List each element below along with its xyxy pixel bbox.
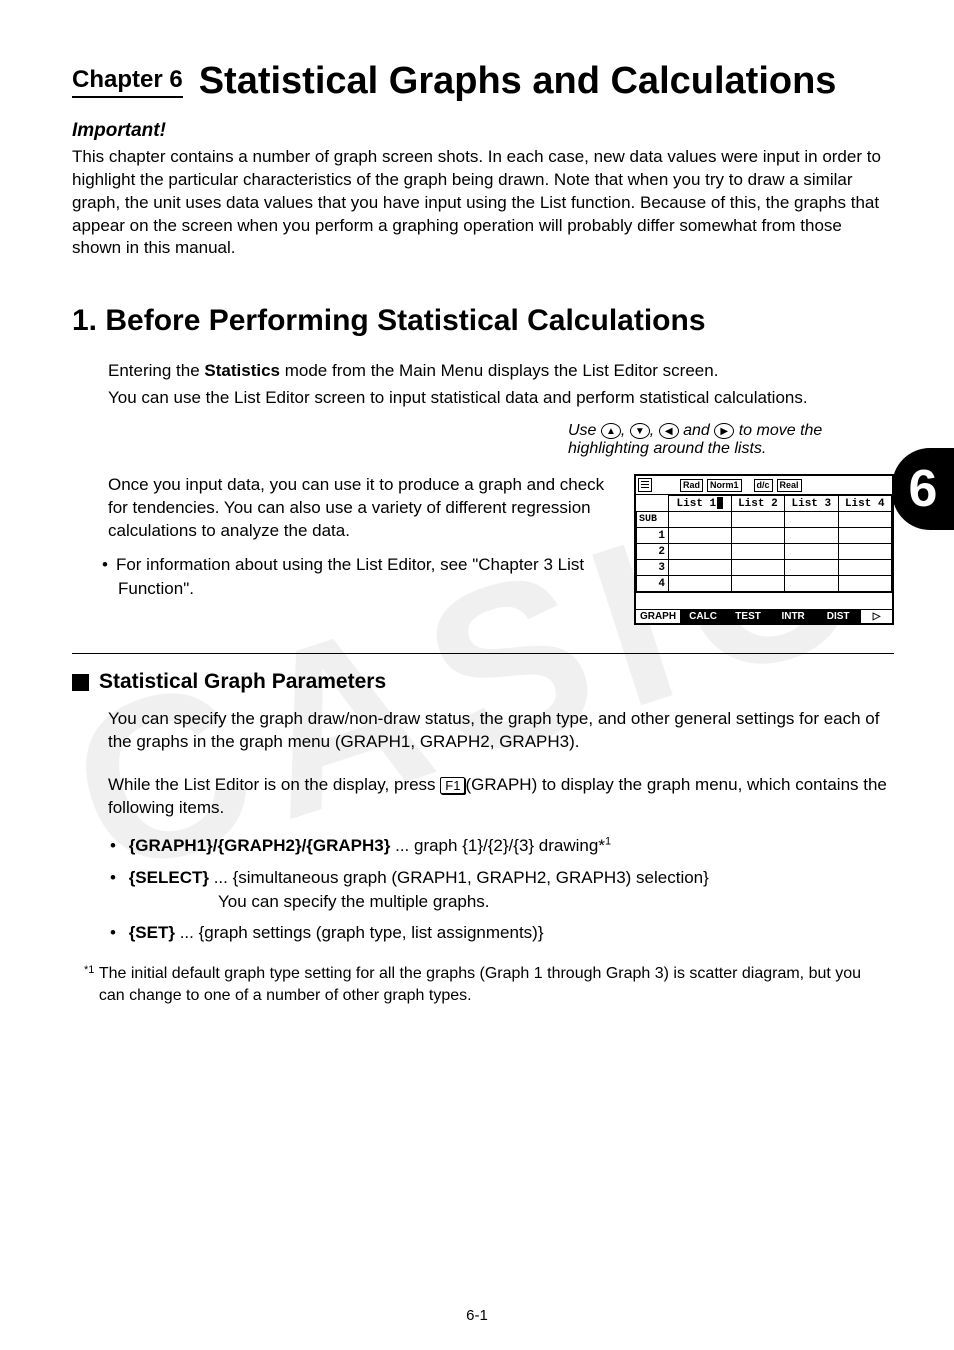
text: While the List Editor is on the display,…: [108, 775, 440, 794]
footnote-mark: *1: [84, 964, 94, 976]
calculator-screenshot: Rad Norm1 d/c Real List 1 List 2 List 3 …: [634, 474, 894, 625]
page: Chapter 6 Statistical Graphs and Calcula…: [0, 0, 954, 1350]
chapter-label: Chapter 6: [72, 66, 183, 98]
left-key-icon: ◀: [659, 423, 679, 439]
row-num: 2: [637, 544, 669, 560]
softkey-intr: INTR: [771, 610, 816, 623]
sub-row-label: SUB: [637, 512, 669, 528]
status-badge: Norm1: [707, 479, 742, 492]
section-1-heading: 1. Before Performing Statistical Calcula…: [72, 304, 894, 338]
calc-entry-line: [636, 592, 892, 609]
col-header: List 3: [785, 496, 838, 512]
item-label: {SELECT}: [129, 868, 209, 887]
chapter-heading: Chapter 6 Statistical Graphs and Calcula…: [72, 60, 894, 104]
square-bullet-icon: [72, 674, 89, 691]
item-label: {SET}: [129, 923, 175, 942]
text: mode from the Main Menu displays the Lis…: [280, 361, 718, 380]
status-badge: Rad: [680, 479, 703, 492]
f1-key-icon: F1: [440, 777, 465, 794]
menu-item-graph: {GRAPH1}/{GRAPH2}/{GRAPH3} ... graph {1}…: [126, 834, 894, 858]
menu-item-set: {SET} ... {graph settings (graph type, l…: [126, 921, 894, 945]
row-num: 3: [637, 560, 669, 576]
status-badge: Real: [777, 479, 802, 492]
footnote-ref: 1: [605, 835, 611, 847]
section-2-p1: You can specify the graph draw/non-draw …: [108, 708, 894, 754]
section-1-p3: Once you input data, you can use it to p…: [108, 474, 606, 543]
down-key-icon: ▼: [630, 423, 650, 439]
right-key-icon: ▶: [714, 423, 734, 439]
divider: [72, 653, 894, 654]
text: ,: [621, 422, 630, 439]
softkey-bar: GRAPH CALC TEST INTR DIST ▷: [636, 609, 892, 623]
item-label: {GRAPH1}/{GRAPH2}/{GRAPH3}: [129, 836, 391, 855]
softkey-test: TEST: [726, 610, 771, 623]
item-desc: ... {simultaneous graph (GRAPH1, GRAPH2,…: [209, 868, 709, 887]
item-desc: ... graph {1}/{2}/{3} drawing*: [390, 836, 605, 855]
text: Entering the: [108, 361, 204, 380]
chapter-side-tab: 6: [892, 448, 954, 530]
list-editor-grid: List 1 List 2 List 3 List 4 SUB 1 2 3 4: [636, 495, 892, 592]
mode-name: Statistics: [204, 361, 280, 380]
chapter-title: Statistical Graphs and Calculations: [199, 60, 837, 104]
footnote-text: The initial default graph type setting f…: [99, 963, 889, 1006]
status-badge: d/c: [754, 479, 773, 492]
col-header: List 4: [838, 496, 891, 512]
softkey-graph: GRAPH: [636, 610, 681, 623]
col-header: List 1: [669, 496, 732, 512]
calc-status-bar: Rad Norm1 d/c Real: [636, 476, 892, 495]
up-key-icon: ▲: [601, 423, 621, 439]
document-icon: [638, 478, 652, 492]
important-heading: Important!: [72, 120, 894, 142]
section-2-heading: Statistical Graph Parameters: [72, 670, 894, 694]
text: and: [679, 422, 715, 439]
row-num: 4: [637, 576, 669, 592]
col-header: List 2: [731, 496, 784, 512]
important-body: This chapter contains a number of graph …: [72, 146, 894, 261]
item-subtext: You can specify the multiple graphs.: [218, 890, 894, 914]
heading-text: Statistical Graph Parameters: [99, 670, 386, 694]
footnote: *1 The initial default graph type settin…: [84, 963, 894, 1006]
menu-item-select: {SELECT} ... {simultaneous graph (GRAPH1…: [126, 866, 894, 914]
item-desc: ... {graph settings (graph type, list as…: [175, 923, 544, 942]
softkey-dist: DIST: [816, 610, 861, 623]
section-1-p2: You can use the List Editor screen to in…: [108, 387, 894, 410]
row-num: 1: [637, 528, 669, 544]
section-1-p1: Entering the Statistics mode from the Ma…: [108, 360, 894, 383]
section-2-p2: While the List Editor is on the display,…: [108, 774, 894, 820]
nav-hint: Use ▲, ▼, ◀ and ▶ to move the highlighti…: [568, 422, 894, 458]
list-editor-ref-bullet: For information about using the List Edi…: [118, 553, 606, 601]
softkey-more-icon: ▷: [861, 610, 892, 623]
page-number: 6-1: [0, 1307, 954, 1324]
softkey-calc: CALC: [681, 610, 726, 623]
text: ,: [650, 422, 659, 439]
text: Use: [568, 422, 601, 439]
